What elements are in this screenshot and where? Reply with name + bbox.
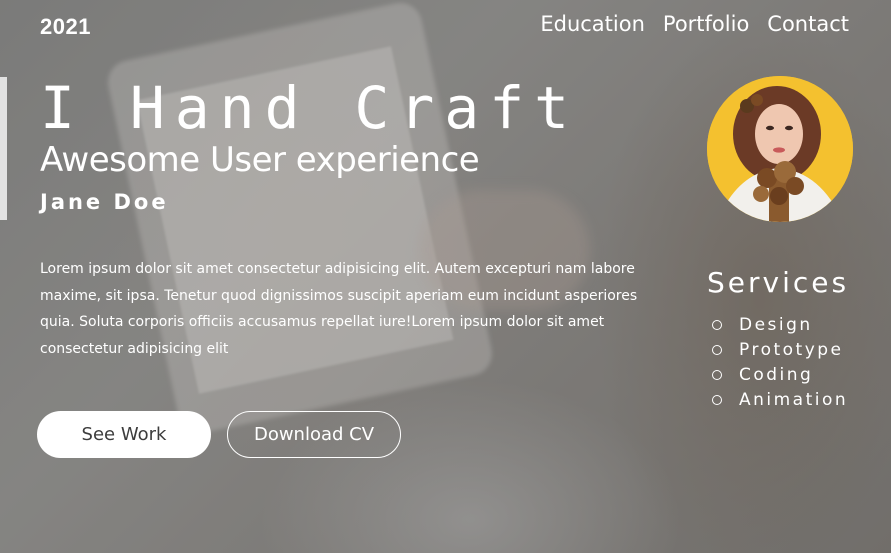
circle-bullet-icon [712, 319, 722, 330]
service-label: Prototype [739, 339, 844, 360]
circle-bullet-icon [712, 369, 722, 380]
services-list: Design Prototype Coding Animation [712, 312, 848, 412]
year-logo: 2021 [40, 14, 91, 39]
services-title: Services [707, 266, 850, 299]
accent-bar [0, 77, 7, 220]
service-item-coding: Coding [712, 362, 848, 387]
nav-portfolio-link[interactable]: Portfolio [663, 12, 749, 36]
top-nav: Education Portfolio Contact [540, 12, 849, 36]
service-label: Animation [739, 389, 849, 410]
service-label: Design [739, 314, 813, 335]
hero-headline: I Hand Craft [40, 74, 580, 142]
service-label: Coding [739, 364, 814, 385]
service-item-prototype: Prototype [712, 337, 848, 362]
hero-subheadline: Awesome User experience [40, 140, 480, 180]
author-name: Jane Doe [40, 190, 169, 214]
nav-education-link[interactable]: Education [540, 12, 645, 36]
avatar-portrait-icon [707, 76, 853, 222]
circle-bullet-icon [712, 394, 722, 405]
service-item-design: Design [712, 312, 848, 337]
avatar [707, 76, 853, 222]
nav-contact-link[interactable]: Contact [767, 12, 849, 36]
service-item-animation: Animation [712, 387, 848, 412]
see-work-button[interactable]: See Work [37, 411, 211, 458]
circle-bullet-icon [712, 344, 722, 355]
bio-paragraph: Lorem ipsum dolor sit amet consectetur a… [40, 261, 638, 357]
download-cv-button[interactable]: Download CV [227, 411, 401, 458]
